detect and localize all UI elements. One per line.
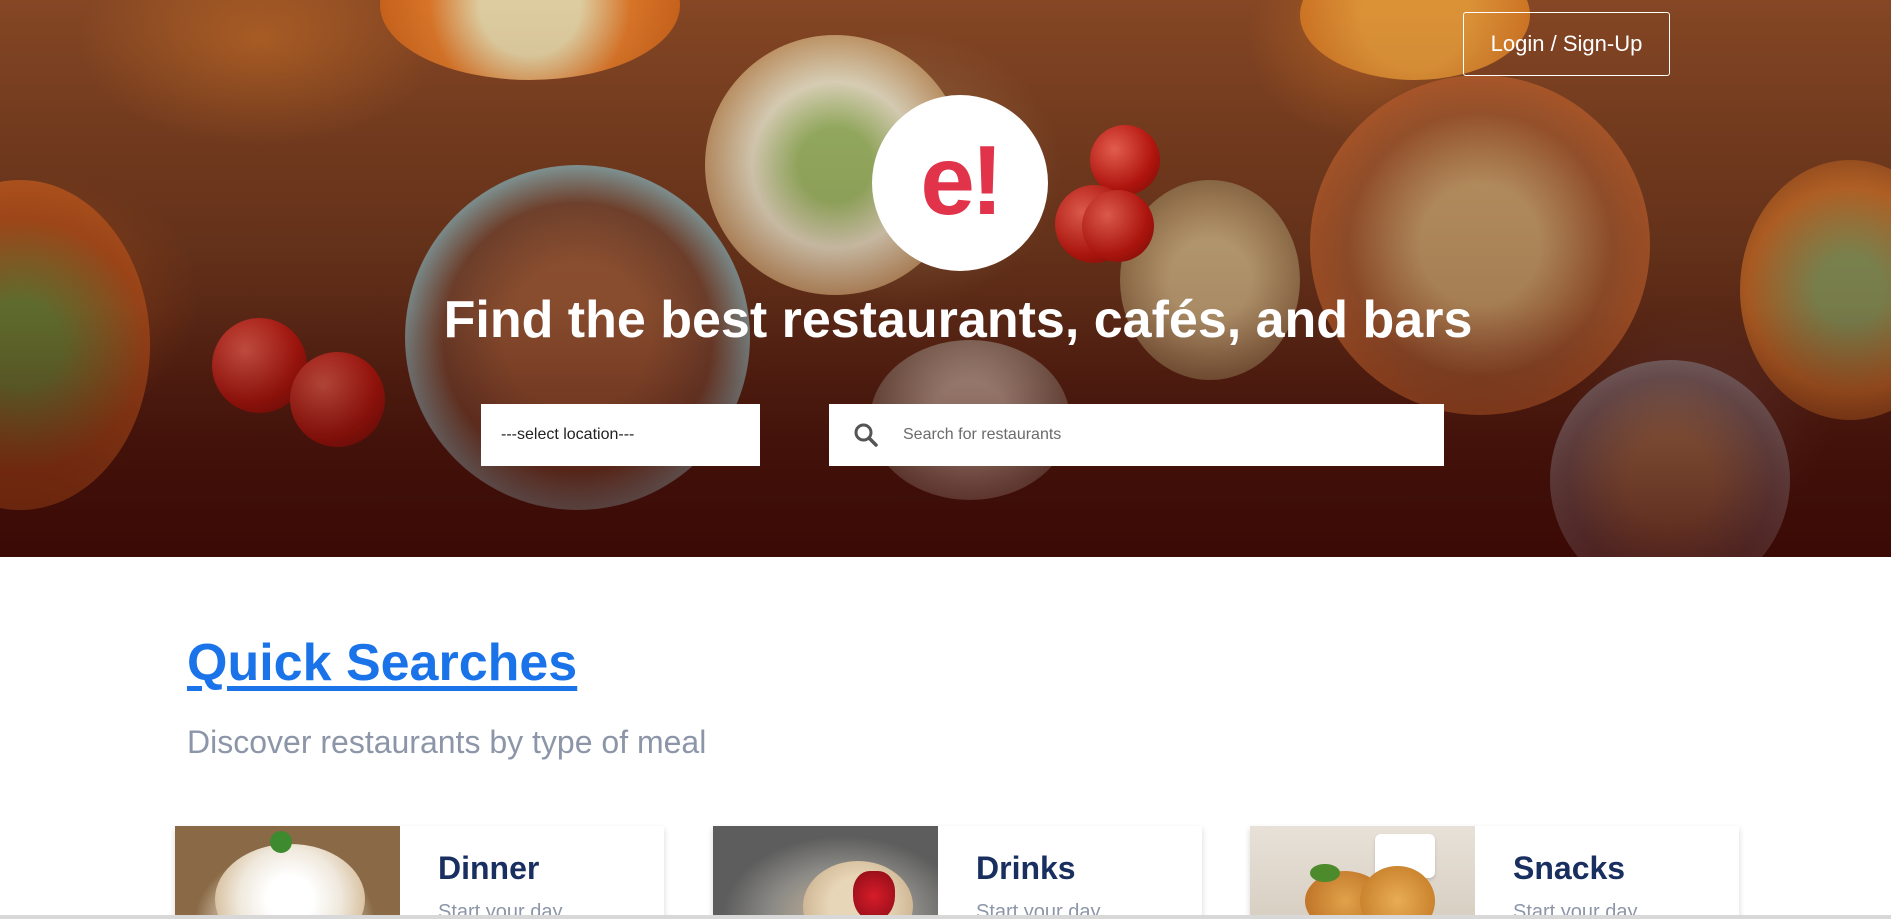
drinks-image bbox=[713, 826, 938, 919]
snacks-image bbox=[1250, 826, 1475, 919]
meal-card-dinner[interactable]: Dinner Start your day bbox=[175, 826, 664, 919]
card-title: Drinks bbox=[976, 850, 1076, 886]
meal-card-drinks[interactable]: Drinks Start your day bbox=[713, 826, 1202, 919]
meal-card-snacks[interactable]: Snacks Start your day bbox=[1250, 826, 1739, 919]
hero-overlay bbox=[0, 0, 1891, 557]
search-icon bbox=[829, 404, 903, 466]
restaurant-search-box[interactable] bbox=[829, 404, 1444, 466]
location-dropdown[interactable]: ---select location--- bbox=[481, 404, 760, 466]
quick-searches-subtitle: Discover restaurants by type of meal bbox=[187, 724, 707, 760]
brand-logo: e! bbox=[872, 95, 1048, 271]
card-title: Dinner bbox=[438, 850, 540, 886]
dinner-image bbox=[175, 826, 400, 919]
card-body: Dinner Start your day bbox=[400, 826, 563, 919]
quick-searches-heading[interactable]: Quick Searches bbox=[187, 633, 577, 693]
hero-banner: Login / Sign-Up e! Find the best restaur… bbox=[0, 0, 1891, 557]
card-title: Snacks bbox=[1513, 850, 1626, 886]
login-signup-button[interactable]: Login / Sign-Up bbox=[1463, 12, 1670, 76]
card-body: Drinks Start your day bbox=[938, 826, 1101, 919]
search-input[interactable] bbox=[903, 404, 1444, 466]
horizontal-scrollbar[interactable] bbox=[0, 915, 1891, 919]
logo-text: e! bbox=[920, 125, 1003, 235]
hero-title: Find the best restaurants, cafés, and ba… bbox=[443, 291, 1473, 349]
card-body: Snacks Start your day bbox=[1475, 826, 1638, 919]
location-dropdown-value: ---select location--- bbox=[501, 426, 635, 443]
